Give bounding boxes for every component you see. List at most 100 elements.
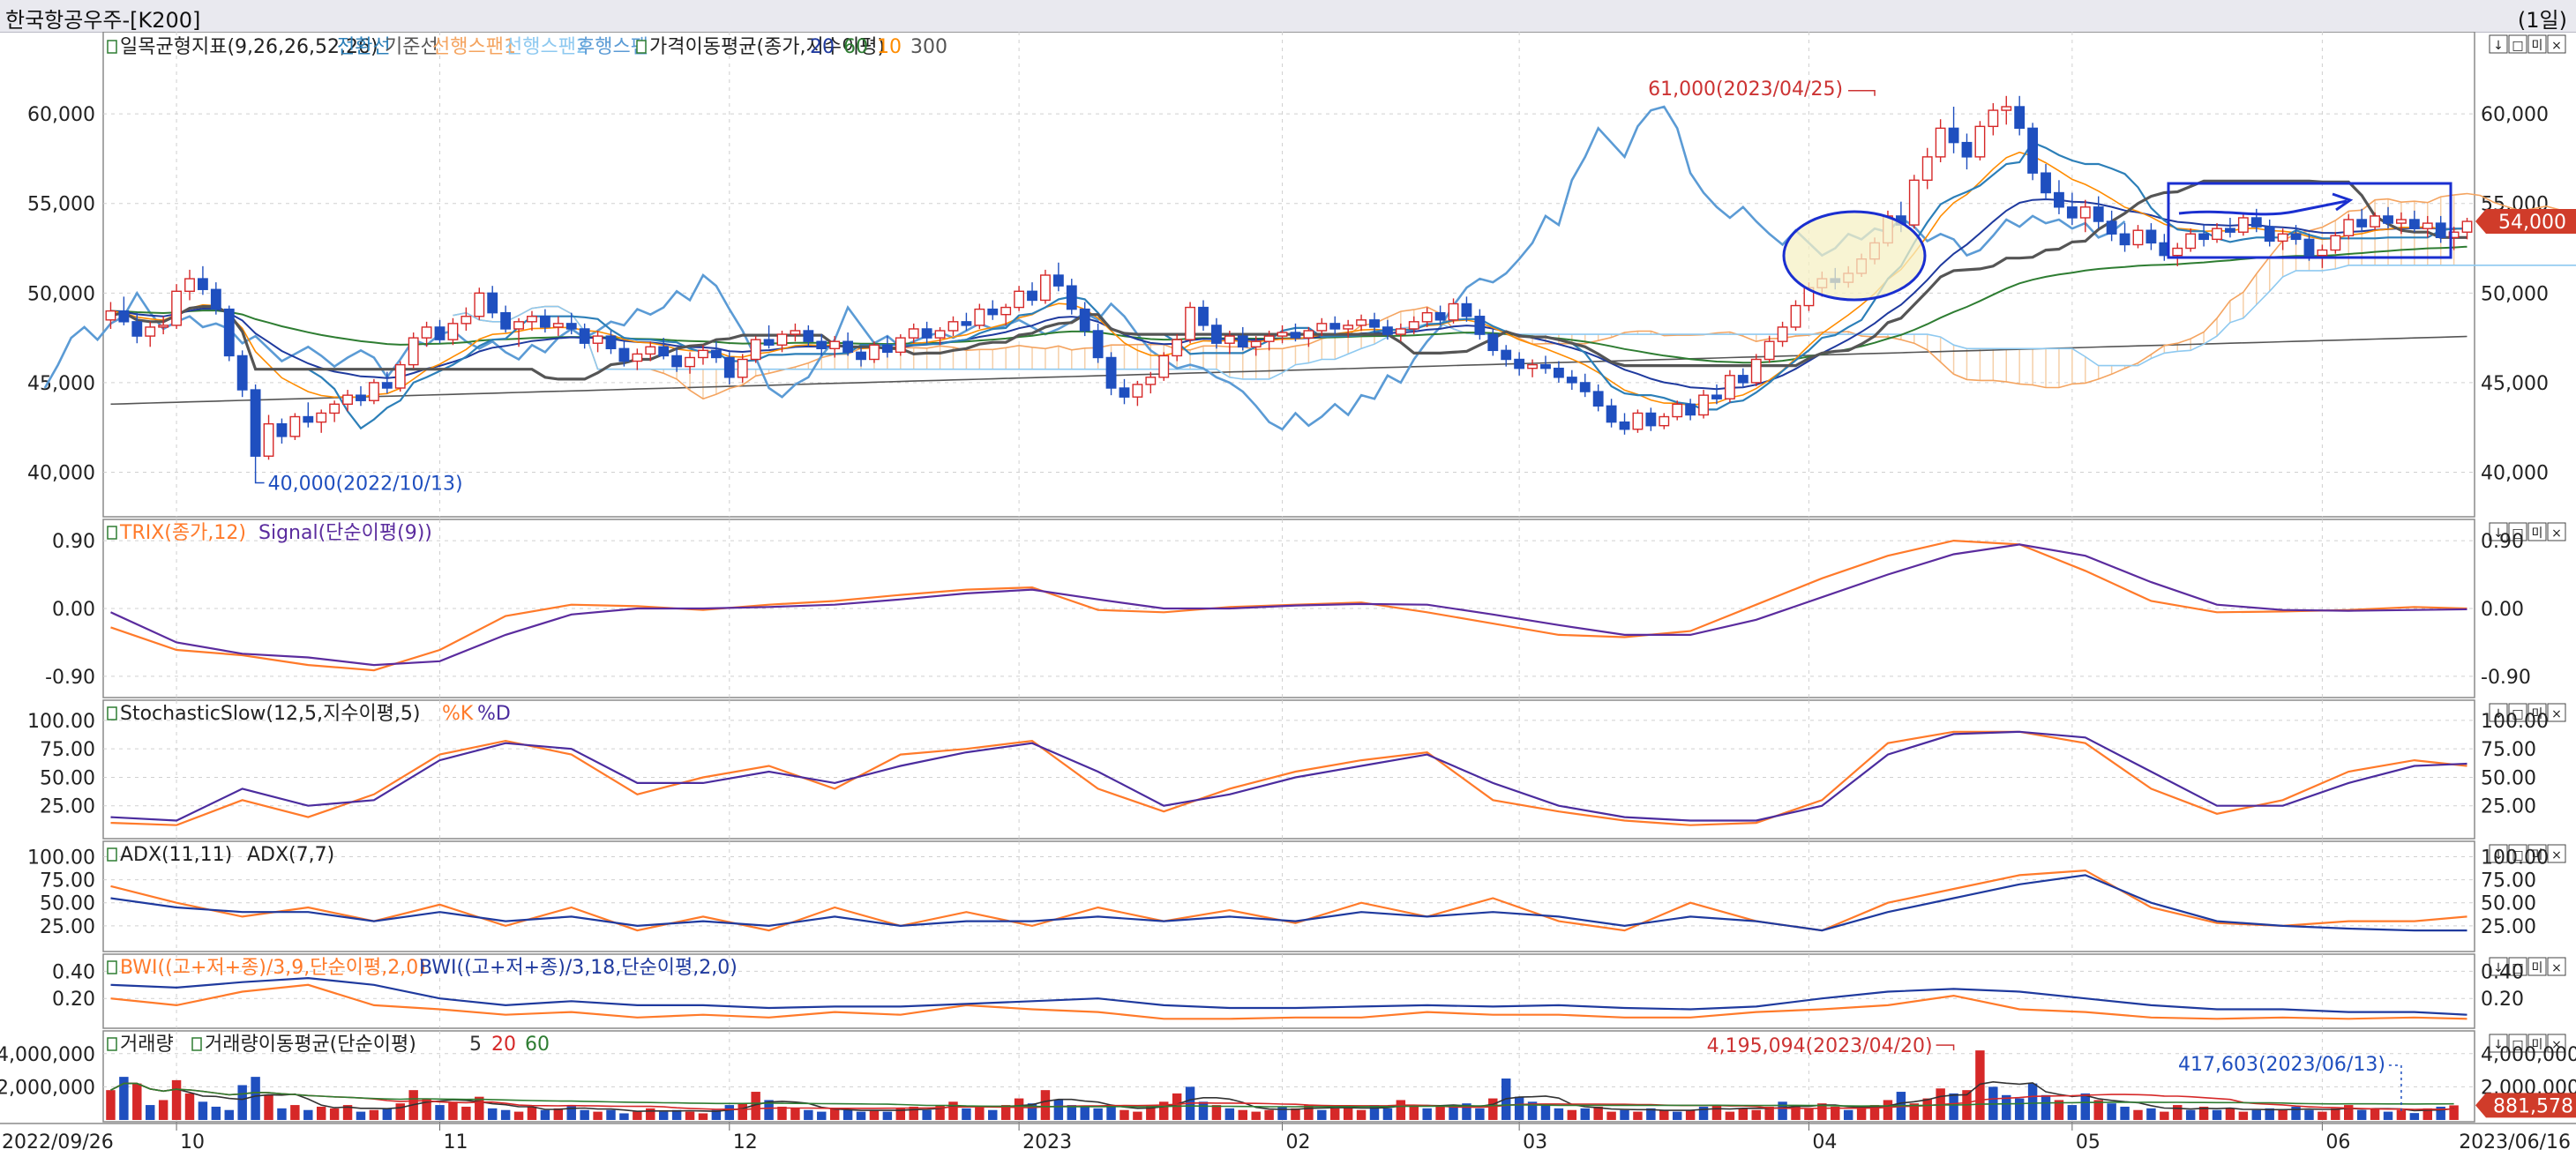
candle-body bbox=[1541, 365, 1550, 369]
indicator-y-tick-right: 75.00 bbox=[2481, 870, 2536, 892]
volume-bar bbox=[790, 1108, 799, 1120]
candle-body bbox=[751, 340, 760, 359]
candle-body bbox=[646, 347, 655, 354]
candle-body bbox=[554, 324, 563, 327]
candle-body bbox=[580, 329, 588, 343]
x-axis-month-label: 12 bbox=[733, 1131, 758, 1153]
candle-body bbox=[448, 324, 457, 340]
legend-ma-period: 300 bbox=[910, 36, 947, 58]
candle-body bbox=[2093, 207, 2102, 221]
volume-bar bbox=[2173, 1105, 2182, 1120]
candle-body bbox=[2397, 220, 2406, 223]
candle-body bbox=[1357, 320, 1366, 325]
candle-body bbox=[1015, 291, 1023, 307]
current-volume-label: 881,578 bbox=[2493, 1095, 2573, 1117]
candle-body bbox=[1080, 310, 1089, 331]
stock-chart[interactable]: ↓□미×↓□미×↓□미×↓□미×↓□미×↓□미×60,00060,00055,0… bbox=[0, 32, 2576, 1157]
panel-tool-icon: × bbox=[2551, 961, 2562, 975]
candle-body bbox=[1699, 395, 1708, 414]
volume-bar bbox=[699, 1113, 708, 1120]
volume-bar bbox=[2344, 1105, 2353, 1120]
candle-body bbox=[185, 279, 194, 291]
legend-volume-period: 20 bbox=[491, 1034, 516, 1056]
volume-bar bbox=[1357, 1110, 1366, 1120]
indicator-y-tick-right: 25.00 bbox=[2481, 796, 2536, 818]
candle-body bbox=[1910, 180, 1919, 225]
candle-body bbox=[106, 311, 115, 320]
candle-body bbox=[817, 341, 826, 348]
candle-body bbox=[2226, 228, 2235, 232]
volume-bar bbox=[1633, 1112, 1642, 1120]
volume-bar bbox=[212, 1107, 221, 1120]
price-y-tick-left: 55,000 bbox=[27, 194, 95, 216]
candle-body bbox=[1264, 336, 1273, 341]
candle-body bbox=[857, 352, 865, 359]
volume-bar bbox=[738, 1103, 747, 1120]
volume-bar bbox=[1212, 1105, 1221, 1120]
candle-body bbox=[2120, 234, 2129, 244]
volume-bar bbox=[396, 1103, 405, 1120]
candle-body bbox=[435, 327, 444, 340]
volume-bar bbox=[1199, 1101, 1208, 1120]
candle-body bbox=[1251, 341, 1260, 347]
candle-body bbox=[198, 279, 207, 289]
volume-recent-annotation: 417,603(2023/06/13) bbox=[2178, 1054, 2385, 1076]
candle-body bbox=[1778, 327, 1786, 341]
volume-bar bbox=[1554, 1108, 1563, 1120]
volume-bar bbox=[159, 1100, 168, 1120]
volume-bar bbox=[303, 1110, 312, 1120]
candle-body bbox=[356, 395, 365, 400]
candle-body bbox=[2015, 107, 2024, 128]
legend-checkbox bbox=[108, 848, 116, 861]
legend-adx2: ADX(7,7) bbox=[247, 844, 334, 866]
indicator-y-tick-left: 25.00 bbox=[40, 916, 95, 938]
volume-max-annotation: 4,195,094(2023/04/20) bbox=[1707, 1035, 1933, 1057]
title-bar: 한국항공우주-[K200] (1일) bbox=[0, 0, 2576, 33]
panel-tool-icon: × bbox=[2551, 707, 2562, 721]
volume-bar bbox=[870, 1110, 879, 1120]
volume-y-tick-left: 2,000,000 bbox=[0, 1077, 95, 1099]
candle-body bbox=[1593, 392, 1602, 406]
candle-body bbox=[1633, 413, 1642, 429]
candle-body bbox=[1093, 331, 1102, 357]
indicator-y-tick-left: 0.00 bbox=[52, 599, 95, 621]
volume-bar bbox=[1581, 1108, 1590, 1120]
candle-body bbox=[2146, 230, 2155, 243]
volume-bar bbox=[804, 1110, 812, 1120]
volume-bar bbox=[1475, 1108, 1484, 1120]
candle-body bbox=[1988, 110, 1997, 126]
volume-bar bbox=[1541, 1105, 1550, 1120]
legend-checkbox bbox=[108, 526, 116, 539]
candle-body bbox=[1554, 369, 1563, 377]
indicator-y-tick-left: 100.00 bbox=[27, 847, 95, 869]
candle-body bbox=[922, 329, 931, 338]
candle-body bbox=[1475, 317, 1484, 334]
legend-span1: 선행스팬1 bbox=[432, 36, 516, 58]
candle-body bbox=[909, 329, 917, 338]
candle-body bbox=[2199, 234, 2208, 239]
candle-body bbox=[2002, 107, 2011, 110]
candle-body bbox=[1159, 355, 1168, 377]
candle-body bbox=[290, 417, 299, 437]
candle-body bbox=[461, 317, 470, 324]
volume-bar bbox=[1093, 1108, 1102, 1120]
candle-body bbox=[1764, 341, 1773, 359]
x-axis-month-label: 03 bbox=[1523, 1131, 1547, 1153]
volume-bar bbox=[146, 1105, 154, 1120]
candle-body bbox=[567, 324, 576, 329]
volume-bar bbox=[2120, 1107, 2129, 1120]
candle-body bbox=[277, 424, 286, 437]
ma60-line bbox=[111, 247, 2467, 363]
volume-bar bbox=[606, 1110, 615, 1120]
candle-body bbox=[659, 347, 668, 355]
volume-bar bbox=[1883, 1100, 1892, 1120]
candle-body bbox=[1686, 404, 1695, 414]
price-y-tick-right: 45,000 bbox=[2481, 373, 2549, 395]
volume-bar bbox=[2213, 1110, 2221, 1120]
candle-body bbox=[593, 336, 602, 343]
candle-body bbox=[2041, 173, 2050, 192]
volume-bar bbox=[580, 1110, 588, 1120]
candle-body bbox=[1962, 143, 1971, 157]
candle-body bbox=[1712, 395, 1721, 399]
volume-bar bbox=[290, 1105, 299, 1120]
